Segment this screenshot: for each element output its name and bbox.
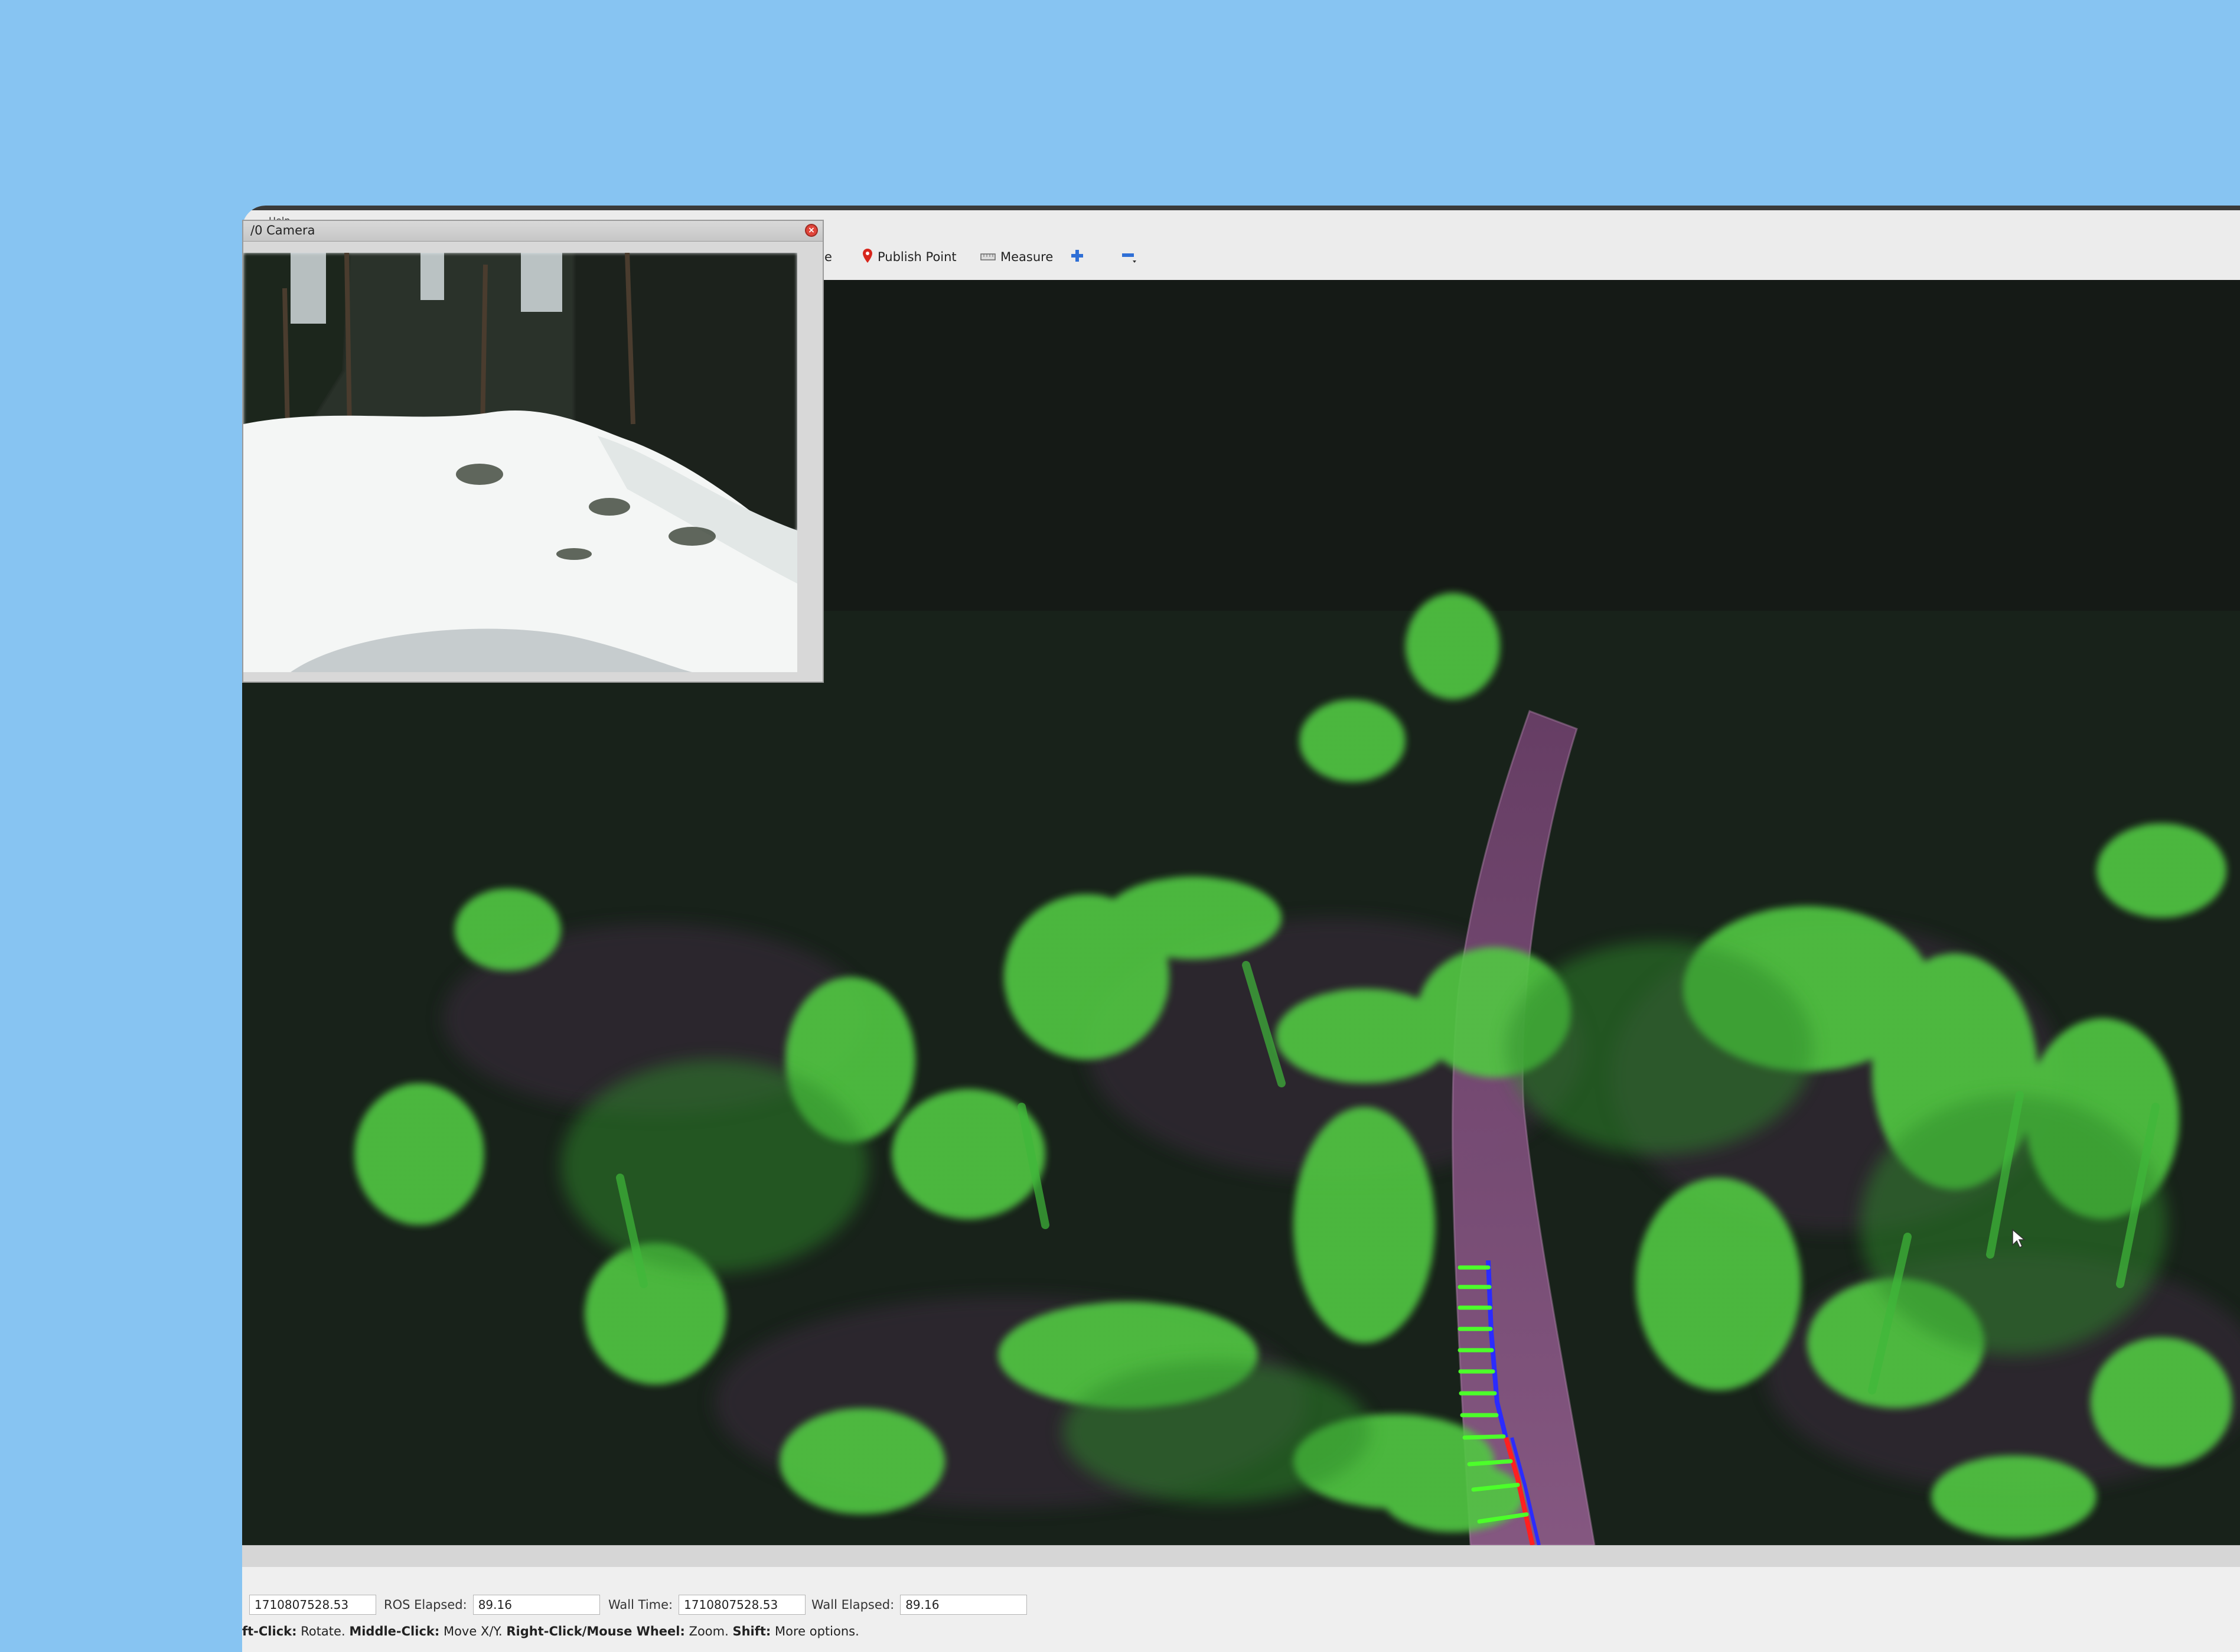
horizontal-divider[interactable] bbox=[242, 1545, 2240, 1567]
measure-button[interactable]: Measure bbox=[980, 247, 1053, 267]
ros-elapsed-label: ROS Elapsed: bbox=[384, 1598, 467, 1612]
hint-right-click-key: Right-Click/Mouse Wheel: bbox=[506, 1624, 685, 1638]
ros-time-value[interactable]: 1710807528.53 bbox=[249, 1595, 376, 1615]
wall-elapsed-value[interactable]: 89.16 bbox=[900, 1595, 1028, 1615]
wall-time-label: Wall Time: bbox=[608, 1598, 673, 1612]
ros-time-field: 1710807528.53 bbox=[249, 1595, 376, 1615]
wall-elapsed-label: Wall Elapsed: bbox=[811, 1598, 895, 1612]
camera-title-bar[interactable]: /0 Camera × bbox=[243, 221, 823, 242]
wall-time-value[interactable]: 1710807528.53 bbox=[679, 1595, 806, 1615]
camera-image bbox=[243, 253, 797, 672]
ros-elapsed-value[interactable]: 89.16 bbox=[472, 1595, 600, 1615]
remove-tool-button[interactable] bbox=[1121, 247, 1136, 267]
hint-left-click-desc: Rotate. bbox=[301, 1624, 345, 1638]
hint-middle-click-desc: Move X/Y. bbox=[443, 1624, 503, 1638]
hint-right-click-desc: Zoom. bbox=[689, 1624, 729, 1638]
camera-panel: /0 Camera × bbox=[242, 220, 824, 683]
measure-icon bbox=[980, 250, 996, 264]
publish-point-button[interactable]: Publish Point bbox=[862, 247, 957, 267]
ros-elapsed-field: ROS Elapsed: 89.16 bbox=[384, 1595, 600, 1615]
add-tool-button[interactable] bbox=[1070, 247, 1084, 267]
camera-image-render bbox=[243, 253, 797, 672]
hint-left-click-key: ft-Click: bbox=[242, 1624, 297, 1638]
hint-shift-key: Shift: bbox=[732, 1624, 771, 1638]
time-panel: 1710807528.53 ROS Elapsed: 89.16 Wall Ti… bbox=[242, 1590, 2240, 1621]
publish-point-icon bbox=[862, 248, 873, 266]
minus-icon bbox=[1121, 247, 1136, 267]
wall-elapsed-field: Wall Elapsed: 89.16 bbox=[811, 1595, 1028, 1615]
close-icon[interactable]: × bbox=[805, 224, 818, 237]
publish-point-label: Publish Point bbox=[878, 250, 957, 264]
window-top-border bbox=[242, 206, 2240, 210]
hint-middle-click-key: Middle-Click: bbox=[349, 1624, 440, 1638]
wall-time-field: Wall Time: 1710807528.53 bbox=[608, 1595, 806, 1615]
plus-icon bbox=[1070, 249, 1084, 266]
cursor-icon bbox=[2011, 1229, 2026, 1251]
status-hint: ft-Click: Rotate. Middle-Click: Move X/Y… bbox=[242, 1624, 859, 1638]
hint-shift-desc: More options. bbox=[775, 1624, 859, 1638]
camera-title: /0 Camera bbox=[250, 223, 315, 237]
measure-label: Measure bbox=[1000, 250, 1054, 264]
